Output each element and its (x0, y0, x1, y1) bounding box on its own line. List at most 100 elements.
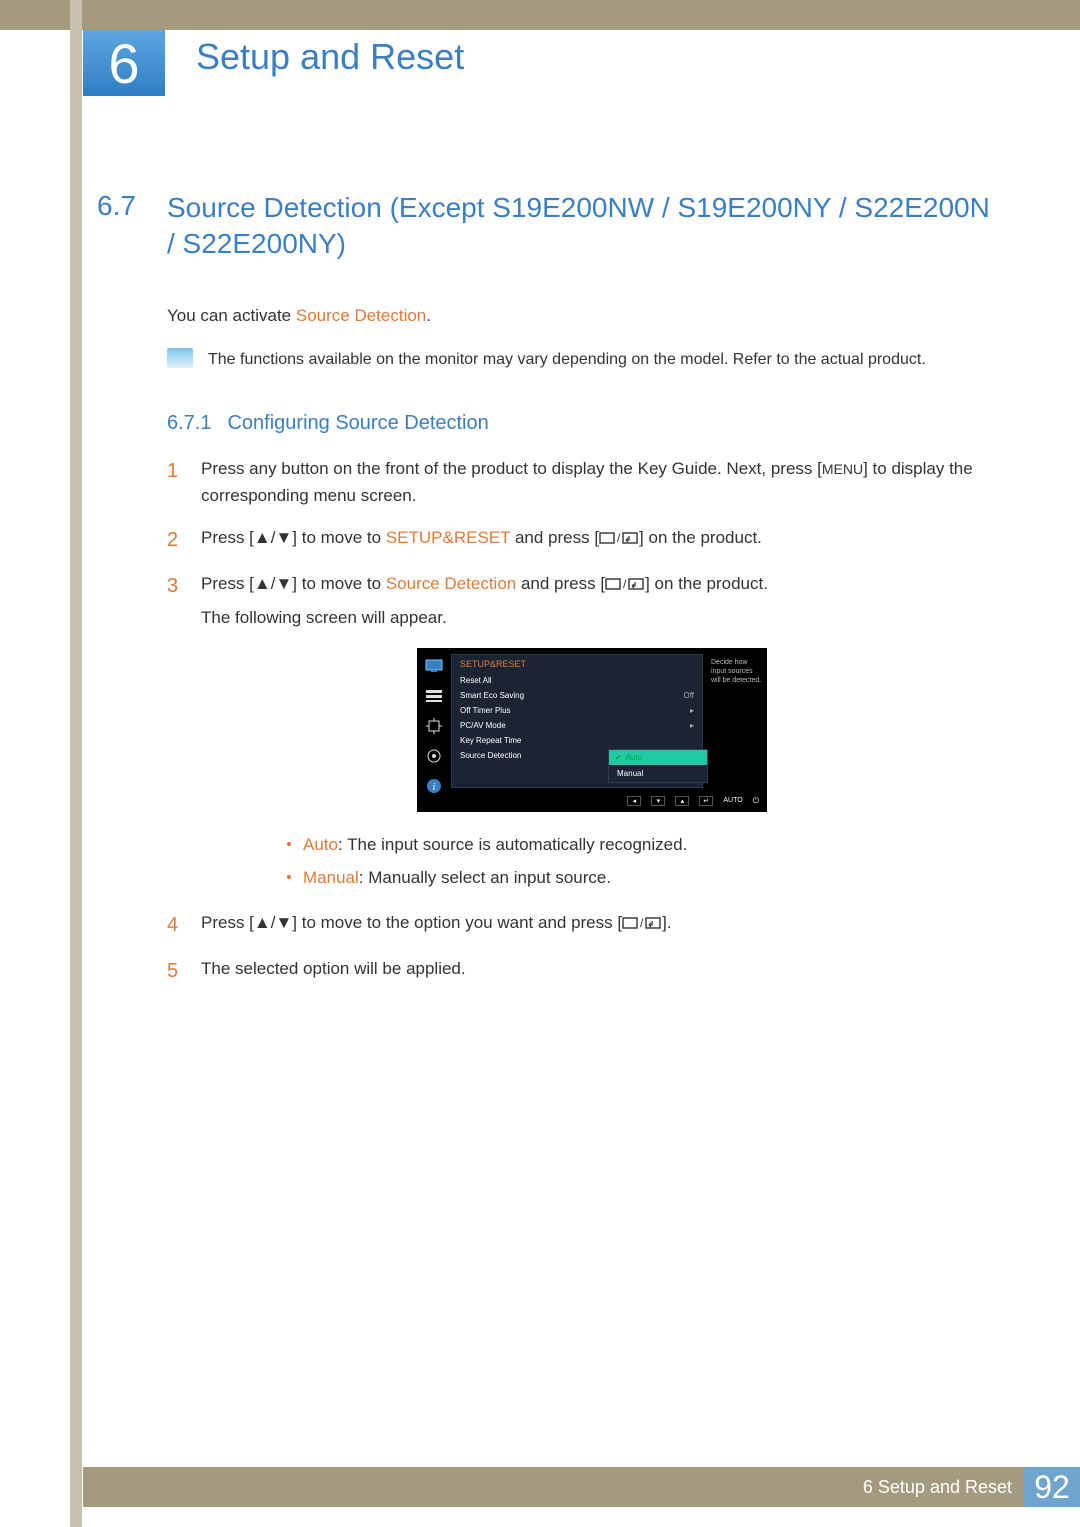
left-icon: ◂ (627, 796, 641, 806)
gear-icon (424, 748, 444, 764)
osd-screenshot: i SETUP&RESET Reset All Smart Eco Saving… (417, 648, 767, 812)
hl: SETUP&RESET (386, 528, 510, 547)
step-2: 2 Press [▲/▼] to move to SETUP&RESET and… (167, 524, 997, 556)
bullet-hl: Auto (303, 835, 338, 854)
step-1: 1 Press any button on the front of the p… (167, 455, 997, 509)
bullet-text: : The input source is automatically reco… (338, 835, 687, 854)
svg-text:/: / (623, 577, 627, 591)
step-num: 4 (167, 909, 185, 941)
t: Press [ (201, 528, 254, 547)
note-row: The functions available on the monitor m… (167, 348, 997, 372)
info-icon: i (424, 778, 444, 794)
top-bar (0, 0, 1080, 30)
t: ] to move to the option you want and pre… (292, 913, 622, 932)
rect-enter-icon: / (599, 531, 639, 545)
list-icon (424, 688, 444, 704)
t: ]. (662, 913, 671, 932)
footer-bar: 6 Setup and Reset 92 (83, 1467, 1080, 1507)
t: Auto (626, 753, 642, 762)
rect-enter-icon: / (605, 577, 645, 591)
up-down-icon: ▲/▼ (254, 528, 292, 547)
intro-post: . (426, 306, 431, 325)
left-stripe (70, 0, 82, 1527)
note-text: The functions available on the monitor m… (208, 348, 926, 372)
auto-label: AUTO (723, 797, 742, 804)
step-text: The selected option will be applied. (201, 955, 997, 982)
osd-popup: ✔ Auto Manual (608, 749, 708, 783)
osd-item-l: Source Detection (460, 751, 521, 760)
intro-highlight: Source Detection (296, 306, 426, 325)
osd-footer: ◂ ▾ ▴ ↵ AUTO ⏻ (417, 794, 767, 808)
bullet-item: Manual: Manually select an input source. (287, 865, 997, 891)
osd-item-l: Smart Eco Saving (460, 691, 524, 700)
step-5: 5 The selected option will be applied. (167, 955, 997, 987)
steps-list: 1 Press any button on the front of the p… (167, 455, 997, 986)
up-down-icon: ▲/▼ (254, 574, 292, 593)
osd-item-r: Off (683, 691, 694, 700)
svg-text:i: i (433, 782, 436, 793)
step-num: 1 (167, 455, 185, 487)
t: Press [ (201, 913, 254, 932)
osd-item-l: Off Timer Plus (460, 706, 511, 715)
resize-icon (424, 718, 444, 734)
svg-text:/: / (617, 531, 621, 545)
rect-enter-icon: / (622, 916, 662, 930)
osd-main: SETUP&RESET Reset All Smart Eco Saving Of… (451, 654, 703, 788)
menu-label: MENU (822, 461, 863, 477)
osd-popup-option: Manual (609, 765, 707, 782)
osd-item-l: Reset All (460, 676, 492, 685)
bullet-list: Auto: The input source is automatically … (287, 832, 997, 891)
osd-item-l: Key Repeat Time (460, 736, 521, 745)
t: and press [ (516, 574, 605, 593)
footer-text: 6 Setup and Reset (863, 1477, 1012, 1498)
bullet-dot-icon (287, 842, 291, 846)
step-num: 3 (167, 570, 185, 602)
t: ] on the product. (645, 574, 768, 593)
up-icon: ▴ (675, 796, 689, 806)
footer-page: 92 (1024, 1467, 1080, 1507)
intro-text: You can activate Source Detection. (167, 303, 997, 329)
osd-item-l: PC/AV Mode (460, 721, 506, 730)
chapter-tab: 6 (83, 30, 165, 96)
osd-item-r: ▸ (690, 721, 694, 730)
svg-text:/: / (640, 916, 644, 930)
t: ] to move to (292, 574, 386, 593)
check-icon: ✔ (615, 753, 622, 762)
down-icon: ▾ (651, 796, 665, 806)
osd: i SETUP&RESET Reset All Smart Eco Saving… (417, 648, 767, 812)
subsection-heading: 6.7.1 Configuring Source Detection (167, 412, 997, 435)
subsection-title: Configuring Source Detection (227, 412, 488, 435)
t: ] to move to (292, 528, 386, 547)
osd-popup-selected: ✔ Auto (609, 750, 707, 765)
chapter-number: 6 (108, 31, 139, 96)
bullet-item: Auto: The input source is automatically … (287, 832, 997, 858)
power-icon: ⏻ (753, 796, 759, 806)
step-num: 2 (167, 524, 185, 556)
step-4: 4 Press [▲/▼] to move to the option you … (167, 909, 997, 941)
step-text: Press [▲/▼] to move to the option you wa… (201, 909, 997, 936)
chapter-title: Setup and Reset (196, 36, 464, 78)
section-heading: 6.7 Source Detection (Except S19E200NW /… (97, 190, 997, 263)
t: ] on the product. (639, 528, 762, 547)
up-down-icon: ▲/▼ (254, 913, 292, 932)
note-icon (167, 348, 193, 368)
osd-header: SETUP&RESET (452, 655, 702, 673)
t: Press [ (201, 574, 254, 593)
t: Press any button on the front of the pro… (201, 459, 822, 478)
step-text: Press any button on the front of the pro… (201, 455, 997, 509)
bullet-hl: Manual (303, 868, 359, 887)
intro-pre: You can activate (167, 306, 296, 325)
osd-help: Decide how input sources will be detecte… (707, 648, 767, 794)
step-text: Press [▲/▼] to move to SETUP&RESET and p… (201, 524, 997, 551)
step-3: 3 Press [▲/▼] to move to Source Detectio… (167, 570, 997, 602)
section-number: 6.7 (97, 190, 167, 222)
subsection-number: 6.7.1 (167, 412, 211, 435)
enter-icon: ↵ (699, 796, 713, 806)
step-num: 5 (167, 955, 185, 987)
step-3-cont: The following screen will appear. (201, 608, 997, 628)
bullet-dot-icon (287, 875, 291, 879)
content-area: 6.7 Source Detection (Except S19E200NW /… (97, 190, 997, 1001)
hl: Source Detection (386, 574, 516, 593)
bullet-text: : Manually select an input source. (359, 868, 611, 887)
t: and press [ (510, 528, 599, 547)
